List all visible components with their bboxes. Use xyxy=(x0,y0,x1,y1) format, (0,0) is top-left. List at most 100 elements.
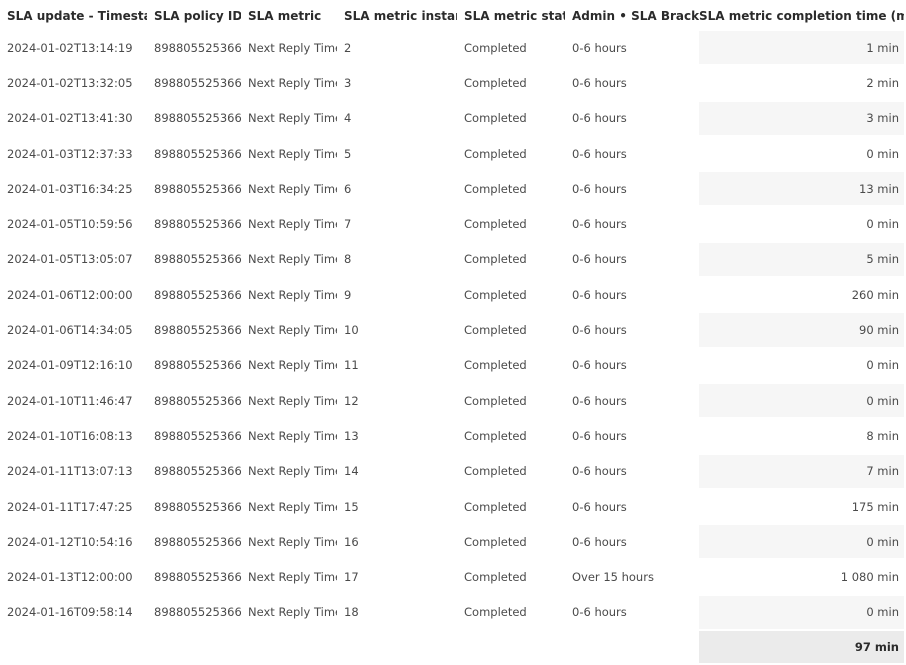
cell-metric: Next Reply Time xyxy=(248,217,337,232)
cell-metric-status: Completed xyxy=(464,605,527,620)
table-row[interactable]: 2024-01-06T12:00:00 8988055253661 Next Rep… xyxy=(0,277,904,314)
table-row[interactable]: 2024-01-09T12:16:10 8988055253661 Next Rep… xyxy=(0,347,904,384)
cell-metric: Next Reply Time xyxy=(248,605,337,620)
table-row[interactable]: 2024-01-03T16:34:25 8988055253661 Next Rep… xyxy=(0,171,904,208)
cell-sla-bracket: 0-6 hours xyxy=(572,146,627,161)
cell-policy-id: 8988055253661 xyxy=(154,41,241,56)
cell-metric-status: Completed xyxy=(464,570,527,585)
cell-metric-status: Completed xyxy=(464,464,527,479)
cell-timestamp: 2024-01-02T13:32:05 xyxy=(7,75,133,90)
column-header-completion-time[interactable]: SLA metric completion time (min) xyxy=(699,0,904,31)
cell-sla-bracket: 0-6 hours xyxy=(572,499,627,514)
cell-completion-time: 5 min xyxy=(699,241,904,279)
cell-policy-id: 8988055253661 xyxy=(154,111,241,126)
cell-metric: Next Reply Time xyxy=(248,499,337,514)
cell-metric-status: Completed xyxy=(464,181,527,196)
cell-policy-id: 8988055253661 xyxy=(154,499,241,514)
cell-metric: Next Reply Time xyxy=(248,181,337,196)
total-row: 97 min xyxy=(0,630,904,665)
cell-timestamp: 2024-01-06T14:34:05 xyxy=(7,323,133,338)
cell-policy-id: 8988055253661 xyxy=(154,252,241,267)
cell-metric-instance: 4 xyxy=(344,111,352,126)
table-row[interactable]: 2024-01-02T13:32:05 8988055253661 Next Rep… xyxy=(0,65,904,102)
cell-sla-bracket: 0-6 hours xyxy=(572,323,627,338)
cell-metric-status: Completed xyxy=(464,358,527,373)
total-row-empty-cell xyxy=(241,630,337,664)
cell-policy-id: 8988055253661 xyxy=(154,75,241,90)
cell-policy-id: 8988055253661 xyxy=(154,570,241,585)
table-header-row: SLA update - Timestamp SLA policy ID SLA… xyxy=(0,0,904,31)
column-header-metric[interactable]: SLA metric xyxy=(241,0,337,31)
cell-timestamp: 2024-01-09T12:16:10 xyxy=(7,358,133,373)
cell-completion-time: 1 080 min xyxy=(699,559,904,596)
cell-sla-bracket: 0-6 hours xyxy=(572,75,627,90)
cell-completion-time: 0 min xyxy=(699,347,904,384)
table-row[interactable]: 2024-01-06T14:34:05 8988055253661 Next Rep… xyxy=(0,312,904,349)
column-header-sla-brackets[interactable]: Admin • SLA Brackets xyxy=(565,0,699,31)
table-row[interactable]: 2024-01-16T09:58:14 8988055253661 Next Rep… xyxy=(0,594,904,632)
table-row[interactable]: 2024-01-10T16:08:13 8988055253661 Next Rep… xyxy=(0,418,904,455)
column-header-policy-id[interactable]: SLA policy ID xyxy=(147,0,241,31)
cell-timestamp: 2024-01-12T10:54:16 xyxy=(7,534,133,549)
cell-completion-time: 0 min xyxy=(699,382,904,420)
cell-metric-instance: 11 xyxy=(344,358,359,373)
cell-policy-id: 8988055253661 xyxy=(154,428,241,443)
cell-metric-instance: 15 xyxy=(344,499,359,514)
cell-sla-bracket: 0-6 hours xyxy=(572,605,627,620)
table-row[interactable]: 2024-01-10T11:46:47 8988055253661 Next Rep… xyxy=(0,382,904,420)
column-header-metric-instance[interactable]: SLA metric instance xyxy=(337,0,457,31)
cell-completion-time: 0 min xyxy=(699,206,904,243)
cell-timestamp: 2024-01-03T12:37:33 xyxy=(7,146,133,161)
cell-sla-bracket: 0-6 hours xyxy=(572,393,627,408)
cell-timestamp: 2024-01-03T16:34:25 xyxy=(7,181,133,196)
table-row[interactable]: 2024-01-02T13:14:19 8988055253661 Next Rep… xyxy=(0,31,904,67)
cell-metric: Next Reply Time xyxy=(248,428,337,443)
table-row[interactable]: 2024-01-12T10:54:16 8988055253661 Next Rep… xyxy=(0,524,904,561)
cell-metric-status: Completed xyxy=(464,323,527,338)
cell-metric: Next Reply Time xyxy=(248,358,337,373)
cell-metric-status: Completed xyxy=(464,41,527,56)
cell-policy-id: 8988055253661 xyxy=(154,534,241,549)
column-header-timestamp[interactable]: SLA update - Timestamp xyxy=(0,0,147,31)
cell-timestamp: 2024-01-11T13:07:13 xyxy=(7,464,133,479)
cell-policy-id: 8988055253661 xyxy=(154,323,241,338)
table-row[interactable]: 2024-01-13T12:00:00 8988055253661 Next Rep… xyxy=(0,559,904,596)
cell-metric-instance: 12 xyxy=(344,393,359,408)
cell-policy-id: 8988055253661 xyxy=(154,605,241,620)
cell-metric: Next Reply Time xyxy=(248,464,337,479)
cell-metric-status: Completed xyxy=(464,146,527,161)
cell-completion-time: 3 min xyxy=(699,100,904,137)
cell-metric-instance: 13 xyxy=(344,428,359,443)
cell-completion-time: 0 min xyxy=(699,524,904,561)
cell-metric: Next Reply Time xyxy=(248,75,337,90)
cell-completion-time: 0 min xyxy=(699,594,904,632)
cell-metric: Next Reply Time xyxy=(248,570,337,585)
cell-policy-id: 8988055253661 xyxy=(154,181,241,196)
cell-metric-instance: 16 xyxy=(344,534,359,549)
table-row[interactable]: 2024-01-05T13:05:07 8988055253661 Next Rep… xyxy=(0,241,904,279)
cell-metric-instance: 7 xyxy=(344,217,352,232)
total-completion-time: 97 min xyxy=(699,630,904,665)
cell-metric: Next Reply Time xyxy=(248,534,337,549)
cell-metric-instance: 3 xyxy=(344,75,352,90)
column-header-metric-status[interactable]: SLA metric status xyxy=(457,0,565,31)
cell-policy-id: 8988055253661 xyxy=(154,287,241,302)
table-row[interactable]: 2024-01-11T17:47:25 8988055253661 Next Rep… xyxy=(0,488,904,526)
table-row[interactable]: 2024-01-05T10:59:56 8988055253661 Next Rep… xyxy=(0,206,904,243)
cell-metric-instance: 10 xyxy=(344,323,359,338)
cell-timestamp: 2024-01-05T13:05:07 xyxy=(7,252,133,267)
table-row[interactable]: 2024-01-03T12:37:33 8988055253661 Next Rep… xyxy=(0,135,904,173)
cell-policy-id: 8988055253661 xyxy=(154,464,241,479)
cell-completion-time: 0 min xyxy=(699,135,904,173)
cell-metric-instance: 18 xyxy=(344,605,359,620)
cell-metric: Next Reply Time xyxy=(248,323,337,338)
table-row[interactable]: 2024-01-11T13:07:13 8988055253661 Next Rep… xyxy=(0,453,904,490)
table-row[interactable]: 2024-01-02T13:41:30 8988055253661 Next Rep… xyxy=(0,100,904,137)
cell-sla-bracket: 0-6 hours xyxy=(572,428,627,443)
cell-sla-bracket: 0-6 hours xyxy=(572,41,627,56)
total-row-empty-cell xyxy=(0,630,147,664)
cell-sla-bracket: 0-6 hours xyxy=(572,534,627,549)
cell-metric: Next Reply Time xyxy=(248,287,337,302)
cell-policy-id: 8988055253661 xyxy=(154,358,241,373)
cell-completion-time: 13 min xyxy=(699,171,904,208)
